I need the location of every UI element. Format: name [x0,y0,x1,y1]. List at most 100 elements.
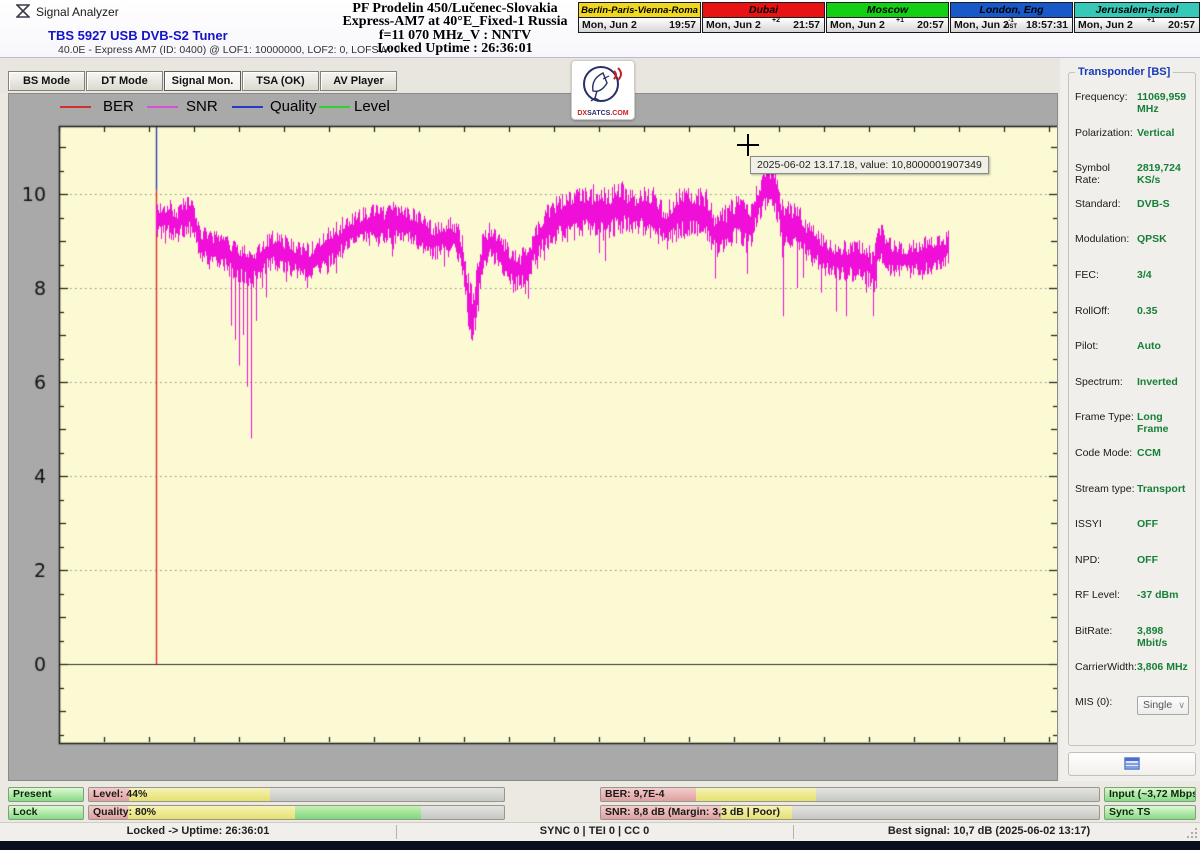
clock-utc-offset: +1 [1147,17,1155,24]
transponder-row: CarrierWidth:3,806 MHz [1069,661,1195,697]
level-line-swatch [319,106,350,108]
app-icon [16,4,30,18]
clock-time: 19:57 [669,19,696,31]
tp-label: MIS (0): [1075,696,1137,708]
clock-city-label: Jerusalem-Israel [1074,2,1200,18]
tp-label: Stream type: [1075,483,1137,495]
tp-value: 3,898 Mbit/s [1137,625,1189,649]
clock-date: Mon, Jun 2 [830,19,885,31]
legend-level-label: Level [354,98,390,115]
station-line-4: Locked Uptime : 26:36:01 [310,42,600,55]
logo-text: DXSATCS.COM [572,110,634,117]
bar-segment-green [295,806,421,819]
signal-chart-panel [8,93,1058,781]
quality-line-swatch [232,106,263,108]
clock-city-label: Dubai [702,2,825,18]
clock-date: Mon, Jun 2 [954,19,1009,31]
tp-value: QPSK [1137,233,1167,245]
tp-label: Frequency: [1075,91,1137,103]
ber-line-swatch [60,106,91,108]
transponder-row: Pilot:Auto [1069,340,1195,376]
ber-progressbar: BER: 9,7E-4 [600,787,1100,802]
tab-tsa[interactable]: TSA (OK) [242,71,319,91]
tp-value: OFF [1137,554,1158,566]
tp-value: 2819,724 KS/s [1137,162,1189,186]
tab-dt-mode[interactable]: DT Mode [86,71,163,91]
clock-london: London, Eng Mon, Jun 2 -1DST 18:57:31 [950,2,1073,33]
right-panel: Transponder [BS] Frequency:11069,959 MHz… [1060,58,1200,781]
clock-time: 20:57 [917,19,944,31]
transponder-rows: Frequency:11069,959 MHzPolarization:Vert… [1069,73,1195,732]
tab-bs-mode[interactable]: BS Mode [8,71,85,91]
transponder-row: Standard:DVB-S [1069,198,1195,234]
clock-time: 18:57:31 [1026,19,1068,31]
tp-label: Spectrum: [1075,376,1137,388]
station-line-3: f=11 070 MHz_V : NNTV [310,29,600,42]
tp-label: BitRate: [1075,625,1137,637]
tp-value: Transport [1137,483,1185,495]
tp-value: 11069,959 MHz [1137,91,1189,115]
clock-time: 21:57 [793,19,820,31]
tp-value: CCM [1137,447,1161,459]
tp-label: CarrierWidth: [1075,661,1137,673]
ts-list-button[interactable] [1068,752,1196,776]
transponder-row: RollOff:0.35 [1069,305,1195,341]
chart-tooltip: 2025-06-02 13.17.18, value: 10,800000190… [750,156,989,174]
transponder-row: Modulation:QPSK [1069,233,1195,269]
bottom-window-edge [0,841,1200,850]
tp-value: 3/4 [1137,269,1152,281]
status-bar: Locked -> Uptime: 26:36:01 SYNC 0 | TEI … [0,822,1200,841]
sync-ts-indicator: Sync TS [1104,805,1196,820]
tp-label: RollOff: [1075,305,1137,317]
legend-ber-label: BER [103,98,134,115]
clock-utc-offset: +1 [896,17,904,24]
transponder-row: NPD:OFF [1069,554,1195,590]
status-sync-counts: SYNC 0 | TEI 0 | CC 0 [396,825,793,837]
bar-segment-yellow [129,788,271,801]
tuner-title: TBS 5927 USB DVB-S2 Tuner [48,28,228,43]
tp-label: Code Mode: [1075,447,1137,459]
snr-history-chart[interactable] [9,94,1057,780]
transponder-row: BitRate:3,898 Mbit/s [1069,625,1195,661]
tab-strip: BS Mode DT Mode Signal Mon. TSA (OK) AV … [0,58,1060,93]
tp-value: DVB-S [1137,198,1170,210]
legend-snr-label: SNR [186,98,218,115]
quality-progressbar: Quality: 80% [88,805,505,820]
satellite-dish-icon [581,63,625,105]
input-rate-indicator: Input (~3,72 Mbps) [1104,787,1196,802]
tp-value: Long Frame [1137,411,1189,435]
mis-dropdown[interactable]: Single∨ [1137,696,1189,715]
level-progressbar: Level: 44% [88,787,505,802]
clock-dubai: Dubai Mon, Jun 2 +2 21:57 [702,2,825,33]
transponder-row: Symbol Rate:2819,724 KS/s [1069,162,1195,198]
tab-av-player[interactable]: AV Player [320,71,397,91]
tp-value: Vertical [1137,127,1174,139]
status-best-signal: Best signal: 10,7 dB (2025-06-02 13:17) [793,825,1185,837]
tp-value: 0.35 [1137,305,1157,317]
station-line-2: Express-AM7 at 40°E_Fixed-1 Russia [310,15,600,28]
tp-label: Standard: [1075,198,1137,210]
clock-city-label: London, Eng [950,2,1073,18]
clock-city-label: Moscow [826,2,949,18]
resize-grip[interactable] [1186,827,1198,839]
tp-label: Modulation: [1075,233,1137,245]
transponder-row: FEC:3/4 [1069,269,1195,305]
chevron-down-icon: ∨ [1178,697,1185,714]
clock-time: 20:57 [1168,19,1195,31]
transponder-row: Spectrum:Inverted [1069,376,1195,412]
tp-label: NPD: [1075,554,1137,566]
clock-dst-flag: -1DST [1005,18,1017,30]
transponder-row: Code Mode:CCM [1069,447,1195,483]
tab-signal-mon[interactable]: Signal Mon. [164,71,241,91]
clock-utc-offset: +2 [772,17,780,24]
clock-berlin: Berlin-Paris-Vienna-Roma Mon, Jun 2 19:5… [578,2,701,33]
snr-line-swatch [147,106,178,108]
tp-label: Symbol Rate: [1075,162,1137,186]
clock-jerusalem: Jerusalem-Israel Mon, Jun 2 +1 20:57 [1074,2,1200,33]
transponder-row-mis: MIS (0):Single∨ [1069,696,1195,732]
tp-value: -37 dBm [1137,589,1178,601]
transponder-row: Frame Type:Long Frame [1069,411,1195,447]
tp-value: 3,806 MHz [1137,661,1188,673]
snr-progressbar: SNR: 8,8 dB (Margin: 3,3 dB | Poor) [600,805,1100,820]
station-header: PF Prodelin 450/Lučenec-Slovakia Express… [310,2,600,56]
